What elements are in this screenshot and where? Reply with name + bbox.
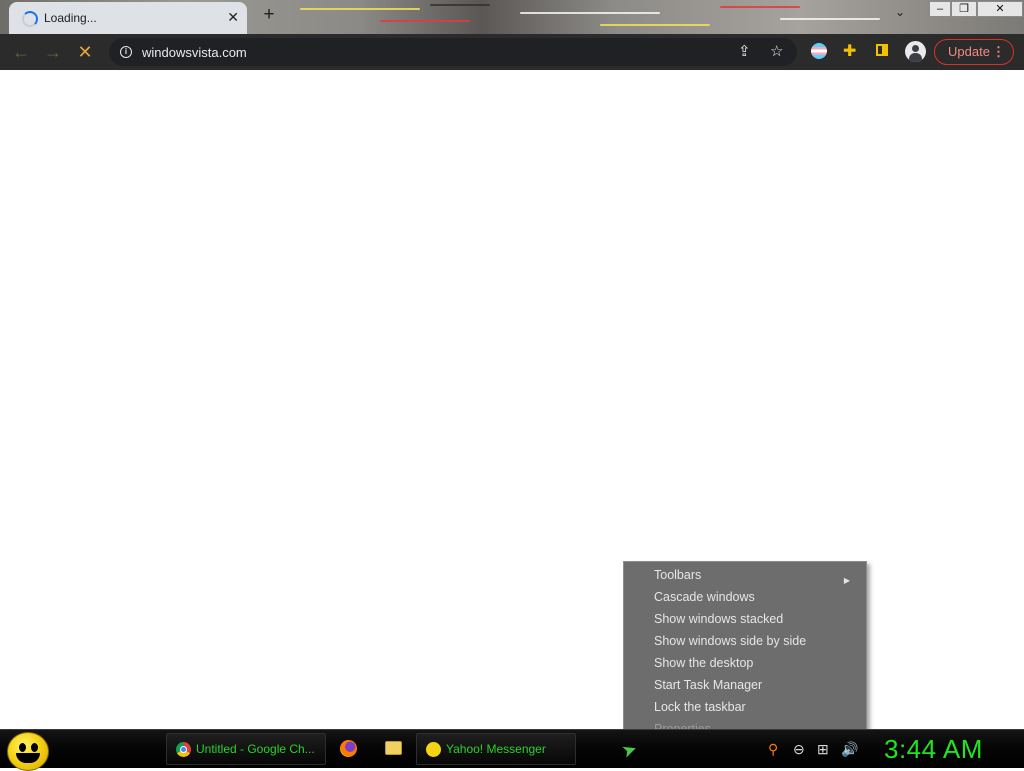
messenger-tray-icon[interactable]: ⊖ xyxy=(793,741,805,758)
network-tray-icon[interactable]: ⊞ xyxy=(817,741,829,758)
smiley-eye xyxy=(19,743,26,752)
back-arrow-icon[interactable]: ← xyxy=(9,40,33,64)
tab-strip: Loading... ✕ + ⌄ – ❐ ✕ xyxy=(0,0,1024,34)
extension-flag-icon[interactable] xyxy=(811,43,827,59)
bookmark-star-icon[interactable]: ☆ xyxy=(770,42,783,60)
extensions-puzzle-icon[interactable]: ✚ xyxy=(843,41,856,61)
page-viewport[interactable] xyxy=(0,70,1024,729)
menu-item-lock-taskbar[interactable]: Lock the taskbar xyxy=(654,700,746,714)
start-button[interactable] xyxy=(7,732,49,771)
submenu-arrow-icon: ▶ xyxy=(843,576,850,585)
kebab-menu-icon[interactable]: ⋮ xyxy=(992,40,1005,64)
loading-spinner-icon xyxy=(22,11,38,27)
menu-item-show-desktop[interactable]: Show the desktop xyxy=(654,656,753,670)
menu-item-start-task-manager[interactable]: Start Task Manager xyxy=(654,678,762,692)
tab-search-chevron-icon[interactable]: ⌄ xyxy=(895,5,905,19)
maximize-button[interactable]: ❐ xyxy=(951,1,977,17)
wallpaper-streak xyxy=(720,6,800,8)
folder-icon[interactable] xyxy=(385,741,402,755)
smiley-eye xyxy=(31,743,38,752)
profile-avatar-icon[interactable] xyxy=(905,41,926,62)
tab-loading[interactable]: Loading... ✕ xyxy=(9,2,247,34)
side-panel-icon[interactable] xyxy=(876,44,888,56)
taskbar-button-yahoo-messenger[interactable]: Yahoo! Messenger xyxy=(416,733,576,765)
menu-item-show-windows-side-by-side[interactable]: Show windows side by side xyxy=(654,634,806,648)
share-icon[interactable]: ⇪ xyxy=(738,42,751,60)
address-url[interactable]: windowsvista.com xyxy=(142,45,247,60)
close-window-button[interactable]: ✕ xyxy=(977,1,1023,17)
update-label: Update xyxy=(948,44,990,59)
taskbar-button-label: Untitled - Google Ch... xyxy=(196,742,315,756)
taskbar-button-label: Yahoo! Messenger xyxy=(446,742,546,756)
menu-item-show-windows-stacked[interactable]: Show windows stacked xyxy=(654,612,783,626)
tab-close-icon[interactable]: ✕ xyxy=(227,9,239,26)
taskbar-context-menu: Toolbars ▶ Cascade windows Show windows … xyxy=(623,561,867,738)
menu-item-toolbars[interactable]: Toolbars ▶ xyxy=(654,568,860,585)
update-button[interactable]: Update ⋮ xyxy=(934,39,1014,65)
wallpaper-streak xyxy=(600,24,710,26)
chrome-icon xyxy=(176,742,191,757)
yahoo-messenger-icon xyxy=(426,742,441,757)
tab-title: Loading... xyxy=(44,11,97,25)
address-bar[interactable]: i windowsvista.com ⇪ ☆ xyxy=(109,38,797,66)
cursor-icon: ➤ xyxy=(618,738,640,763)
wallpaper-streak xyxy=(430,4,490,6)
volume-tray-icon[interactable]: 🔊 xyxy=(841,741,858,758)
forward-arrow-icon[interactable]: → xyxy=(41,40,65,64)
browser-toolbar: ← → ✕ i windowsvista.com ⇪ ☆ ✚ Update ⋮ xyxy=(0,34,1024,70)
wallpaper-streak xyxy=(520,12,660,14)
firefox-icon[interactable] xyxy=(340,740,357,757)
minimize-button[interactable]: – xyxy=(929,1,951,17)
menu-item-cascade-windows[interactable]: Cascade windows xyxy=(654,590,755,604)
new-tab-button[interactable]: + xyxy=(258,4,280,26)
taskbar-clock[interactable]: 3:44 AM xyxy=(884,734,983,765)
wallpaper-streak xyxy=(380,20,470,22)
site-info-icon[interactable]: i xyxy=(120,46,132,58)
taskbar-button-chrome[interactable]: Untitled - Google Ch... xyxy=(166,733,326,765)
smiley-mouth xyxy=(16,753,40,763)
wallpaper-streak xyxy=(300,8,420,10)
search-tray-icon[interactable]: ⚲ xyxy=(768,741,778,758)
wallpaper-streak xyxy=(780,18,880,20)
stop-loading-icon[interactable]: ✕ xyxy=(73,40,97,64)
taskbar: Untitled - Google Ch... Yahoo! Messenger… xyxy=(0,729,1024,771)
